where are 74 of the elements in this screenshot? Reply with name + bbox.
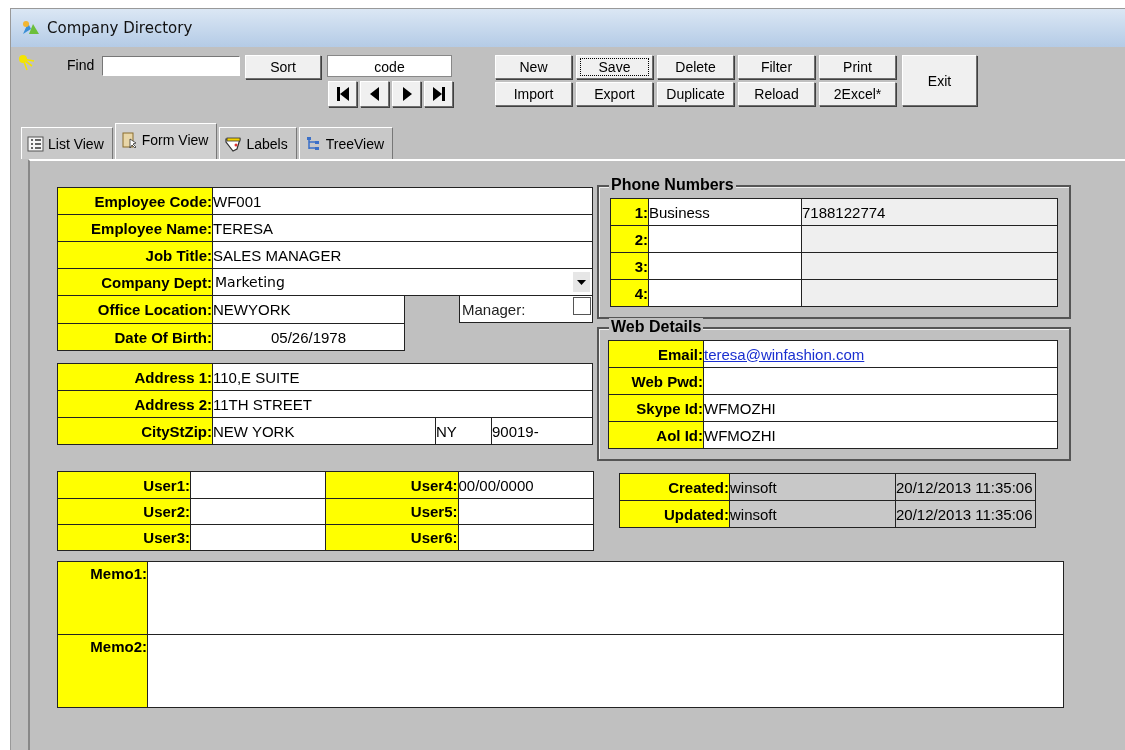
field-label: Email: [609,341,704,367]
phone-number-field[interactable]: 7188122774 [802,199,1057,225]
window-title: Company Directory [47,19,193,37]
last-record-button[interactable] [424,81,453,107]
phone-number-field[interactable] [802,226,1057,252]
field-label: Skype Id: [609,395,704,421]
field-label: Employee Code: [58,188,213,214]
checkbox[interactable] [573,297,591,315]
sort-field[interactable]: code [327,55,452,77]
skip-start-icon [335,86,350,102]
user-field: winsoft [730,474,896,500]
sun-icon [19,55,35,71]
toolbar-button[interactable]: Reload [738,82,815,106]
previous-button[interactable] [360,81,389,107]
field-label: Web Pwd: [609,368,704,394]
dropdown-field[interactable]: Marketing [213,269,592,295]
field-label: Company Dept: [58,269,213,295]
field-label: Address 2: [58,391,213,417]
field-label: User4: [325,472,459,498]
field-label: Aol Id: [609,422,704,448]
field-label: Memo1: [58,562,148,634]
toolbar-button[interactable]: Print [819,55,896,79]
tab[interactable]: TreeView [298,127,394,159]
sort-button[interactable]: Sort [245,55,321,79]
toolbar-button[interactable]: Delete [657,55,734,79]
toolbar-button[interactable]: New [495,55,572,79]
toolbar-button[interactable]: Duplicate [657,82,734,106]
field-label: User5: [325,499,459,524]
next-button[interactable] [392,81,421,107]
phone-number-field[interactable] [802,253,1057,279]
first-record-button[interactable] [328,81,357,107]
app-icon [21,20,41,36]
field-label: User3: [58,525,191,550]
find-label: Find [67,57,96,73]
email-link[interactable]: teresa@winfashion.com [704,345,865,363]
field-label: Job Title: [58,242,213,268]
field-label: User1: [58,472,191,498]
tab[interactable]: List View [21,127,113,159]
find-field[interactable] [102,56,240,76]
toolbar-button[interactable]: Filter [738,55,815,79]
field-label: 3: [611,253,649,279]
field-label: Office Location: [58,296,213,323]
field-label: Date Of Birth: [58,324,213,350]
skip-end-icon [431,86,446,102]
field-label: User2: [58,499,191,524]
user-field: winsoft [730,501,896,527]
list-icon [27,135,45,152]
tab[interactable]: Labels [219,127,297,159]
exit-button[interactable]: Exit [902,55,977,106]
toolbar-button[interactable]: Import [495,82,572,106]
field-label: CityStZip: [58,418,213,444]
field-label: 1: [611,199,649,225]
field-label: Created: [620,474,730,500]
caret-icon [573,272,590,292]
timestamp-field: 20/12/2013 11:35:06 [896,474,1035,500]
field-label: Address 1: [58,364,213,390]
field-label: 2: [611,226,649,252]
toolbar-button[interactable]: Save [576,55,653,79]
city-field[interactable]: NEW YORK [213,418,436,444]
tab[interactable]: Form View [114,123,218,159]
field-label: Updated: [620,501,730,527]
state-field[interactable]: NY [436,418,492,444]
phone-type-field[interactable]: Business [649,199,802,225]
field-label: Memo2: [58,635,148,707]
toolbar-button[interactable]: 2Excel* [819,82,896,106]
field-label: Employee Name: [58,215,213,241]
form-icon [120,131,139,148]
toolbar-button[interactable]: Export [576,82,653,106]
label-icon [225,135,244,152]
field-label: User6: [325,525,459,550]
manager-checkbox[interactable]: Manager: [459,296,593,323]
phone-number-field[interactable] [802,280,1057,306]
field-label: 4: [611,280,649,306]
timestamp-field: 20/12/2013 11:35:06 [896,501,1035,527]
